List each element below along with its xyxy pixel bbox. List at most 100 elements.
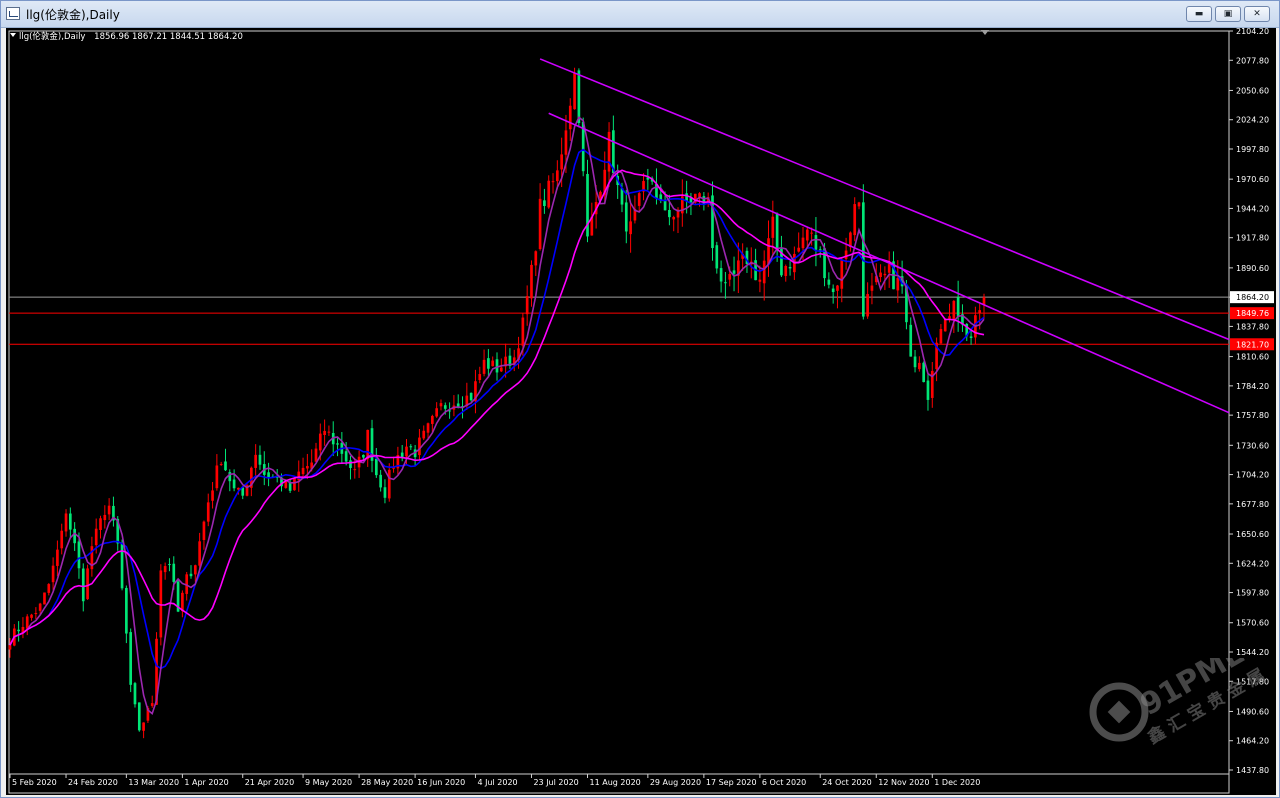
candle xyxy=(392,456,395,473)
candle-body xyxy=(150,703,154,706)
candle xyxy=(366,429,370,467)
candle-body xyxy=(38,603,42,611)
candle xyxy=(853,197,857,242)
candle-body xyxy=(805,229,809,241)
candle xyxy=(913,350,917,373)
y-tick-label: 1570.60 xyxy=(1236,619,1269,628)
candle-body xyxy=(836,285,839,291)
candle xyxy=(17,621,20,642)
candle-body xyxy=(224,461,227,471)
candle xyxy=(150,695,154,708)
candle xyxy=(353,457,357,479)
candle xyxy=(336,436,339,457)
candle-body xyxy=(543,200,546,207)
candle xyxy=(142,722,145,739)
candle-body xyxy=(107,505,111,515)
candle xyxy=(51,557,55,591)
candle-body xyxy=(629,221,632,235)
candle-body xyxy=(823,248,826,279)
candle xyxy=(379,469,382,492)
chart-window-icon xyxy=(6,7,20,20)
candle xyxy=(349,456,352,480)
x-tick-label: 29 Aug 2020 xyxy=(650,778,701,787)
watermark: 91PME.COM 鑫 汇 宝 贵 金 属 xyxy=(1086,658,1276,768)
candle-body xyxy=(168,564,171,566)
candle-body xyxy=(624,202,628,232)
title-bar[interactable]: llg(伦敦金),Daily ▬ ▣ ✕ xyxy=(1,1,1279,28)
candle-body xyxy=(879,272,882,278)
candle-body xyxy=(43,592,46,605)
candle-body xyxy=(469,392,473,401)
candle xyxy=(133,681,137,708)
candle xyxy=(741,243,744,271)
candle xyxy=(34,607,38,620)
y-tick-label: 1917.80 xyxy=(1236,234,1269,243)
candle xyxy=(168,558,171,572)
y-tick-label: 1677.80 xyxy=(1236,500,1269,509)
candle xyxy=(297,460,301,492)
candle-body xyxy=(831,288,835,293)
restore-button[interactable]: ▣ xyxy=(1215,6,1241,22)
candle-body xyxy=(405,446,408,457)
candle-body xyxy=(34,613,38,615)
shift-marker-icon[interactable] xyxy=(981,30,989,35)
candle xyxy=(267,462,270,487)
candle-body xyxy=(771,216,775,238)
candle xyxy=(775,212,779,262)
candle xyxy=(568,98,572,141)
candle xyxy=(551,173,555,194)
candle xyxy=(482,349,486,377)
candle xyxy=(879,264,882,283)
price-chart[interactable]: 2104.20 2077.80 2050.60 2024.20 1997.80 1970.… xyxy=(6,28,1276,795)
candle xyxy=(525,285,529,326)
candle-body xyxy=(797,247,801,252)
y-tick-label: 1944.20 xyxy=(1236,204,1269,213)
candle-body xyxy=(784,265,788,277)
candle-body xyxy=(431,415,434,424)
candle xyxy=(939,324,943,344)
x-tick-label: 9 May 2020 xyxy=(305,778,352,787)
candle xyxy=(47,583,51,596)
candle-body xyxy=(336,443,339,445)
y-tick-label: 2077.80 xyxy=(1236,56,1269,65)
candle xyxy=(624,189,628,244)
candle-body xyxy=(25,616,29,629)
candle xyxy=(120,539,124,591)
candle-body xyxy=(857,202,861,207)
candle-body xyxy=(426,423,430,433)
moving-average-line[interactable] xyxy=(9,116,985,715)
candle-body xyxy=(499,367,503,372)
candle-body xyxy=(422,430,426,439)
dropdown-triangle-icon[interactable] xyxy=(10,33,16,37)
candle xyxy=(930,362,934,408)
candle xyxy=(784,264,788,282)
candle xyxy=(866,282,869,319)
y-tick-label: 1704.20 xyxy=(1236,471,1269,480)
candle-body xyxy=(99,518,102,530)
close-button[interactable]: ✕ xyxy=(1244,6,1270,22)
moving-average-line[interactable] xyxy=(9,148,985,670)
candle xyxy=(30,613,33,621)
candle xyxy=(909,317,913,357)
moving-average-line[interactable] xyxy=(9,169,985,646)
candle xyxy=(73,522,76,551)
x-tick-label: 16 Jun 2020 xyxy=(417,778,465,787)
candle xyxy=(129,628,133,693)
candle-body xyxy=(978,310,982,314)
candle xyxy=(112,496,115,527)
candle-body xyxy=(853,204,857,236)
trendline[interactable] xyxy=(548,112,1230,414)
candle-body xyxy=(77,541,81,569)
y-tick-label: 1544.20 xyxy=(1236,648,1269,657)
candle xyxy=(530,260,533,307)
minimize-button[interactable]: ▬ xyxy=(1186,6,1212,22)
x-tick-label: 5 Feb 2020 xyxy=(12,778,57,787)
x-tick-label: 1 Apr 2020 xyxy=(184,778,228,787)
candle-body xyxy=(887,264,891,273)
candle xyxy=(163,562,167,580)
candle-body xyxy=(86,568,89,600)
candle xyxy=(491,356,495,367)
candle-body xyxy=(801,237,805,249)
x-tick-label: 1 Dec 2020 xyxy=(934,778,980,787)
candle-body xyxy=(8,645,12,650)
